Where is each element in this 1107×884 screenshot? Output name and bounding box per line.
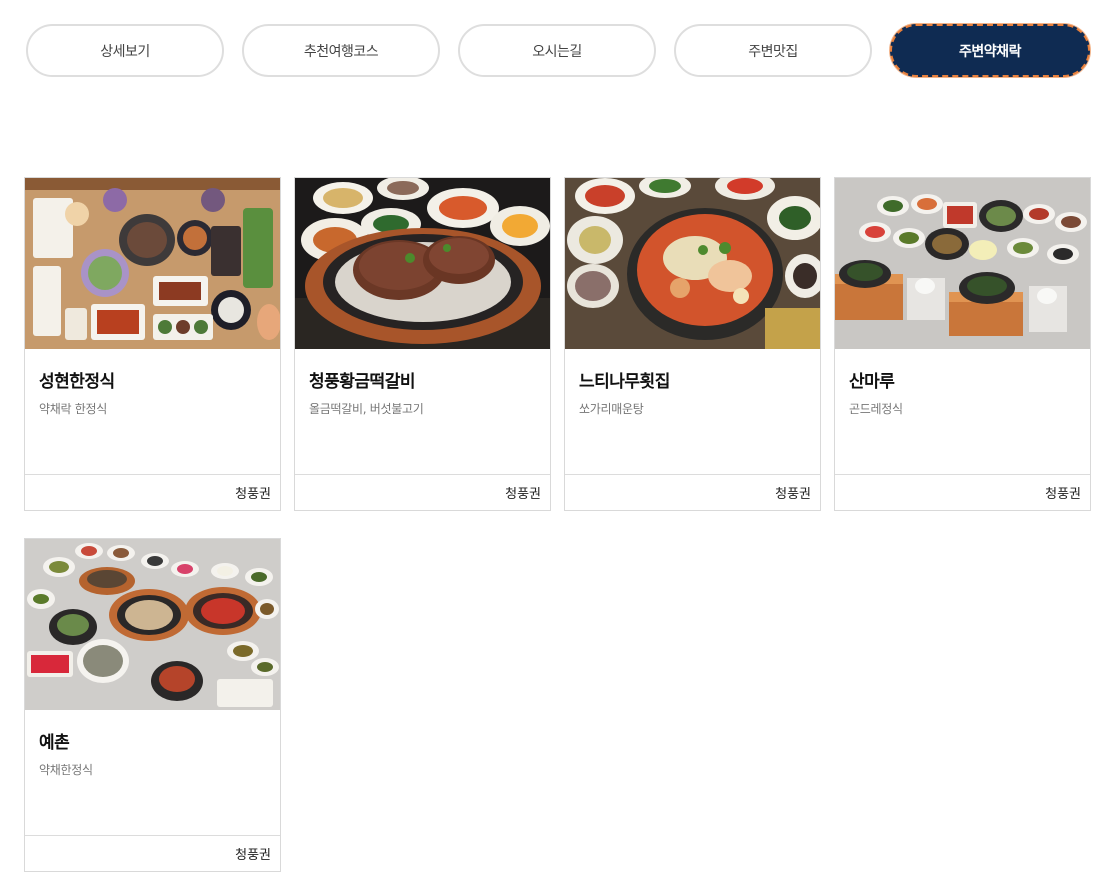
card-body: 성현한정식 약채락 한정식 [25,349,280,474]
restaurant-name: 산마루 [849,372,895,392]
card-body: 산마루 곤드레정식 [835,349,1090,474]
restaurant-card[interactable]: 산마루 곤드레정식 청풍권 [834,177,1091,511]
restaurant-menu: 약채한정식 [39,763,93,777]
restaurant-name: 느티나무횟집 [579,372,670,392]
restaurant-card[interactable]: 느티나무횟집 쏘가리매운탕 청풍권 [564,177,821,511]
tab-details[interactable]: 상세보기 [26,24,224,77]
spicy-fish-stew-photo [565,178,820,349]
herb-table-set-photo [25,539,280,710]
tab-recommended-course[interactable]: 추천여행코스 [242,24,440,77]
restaurant-card[interactable]: 성현한정식 약채락 한정식 청풍권 [24,177,281,511]
restaurant-region: 청풍권 [25,835,280,871]
tab-bar: 상세보기 추천여행코스 오시는길 주변맛집 주변약채락 [26,24,1090,77]
restaurant-menu: 올금떡갈비, 버섯불고기 [309,402,424,416]
restaurant-region: 청풍권 [835,474,1090,510]
restaurant-name: 청풍황금떡갈비 [309,372,415,392]
tab-directions[interactable]: 오시는길 [458,24,656,77]
restaurant-region: 청풍권 [25,474,280,510]
tab-nearby-yakchaerak[interactable]: 주변약채락 [890,24,1090,77]
tteokgalbi-sizzling-plate-photo [295,178,550,349]
gondre-rice-set-photo [835,178,1090,349]
restaurant-name: 성현한정식 [39,372,115,392]
card-body: 청풍황금떡갈비 올금떡갈비, 버섯불고기 [295,349,550,474]
restaurant-region: 청풍권 [565,474,820,510]
card-body: 느티나무횟집 쏘가리매운탕 [565,349,820,474]
tab-nearby-restaurants[interactable]: 주변맛집 [674,24,872,77]
restaurant-menu: 곤드레정식 [849,402,903,416]
restaurant-name: 예촌 [39,733,70,753]
restaurant-menu: 쏘가리매운탕 [579,402,644,416]
restaurant-card[interactable]: 청풍황금떡갈비 올금떡갈비, 버섯불고기 청풍권 [294,177,551,511]
card-body: 예촌 약채한정식 [25,710,280,835]
korean-table-set-photo [25,178,280,349]
restaurant-region: 청풍권 [295,474,550,510]
restaurant-card[interactable]: 예촌 약채한정식 청풍권 [24,538,281,872]
restaurant-menu: 약채락 한정식 [39,402,107,416]
restaurant-grid: 성현한정식 약채락 한정식 청풍권 청풍황금떡갈비 올금떡갈비, 버섯불고기 청… [24,177,1092,872]
